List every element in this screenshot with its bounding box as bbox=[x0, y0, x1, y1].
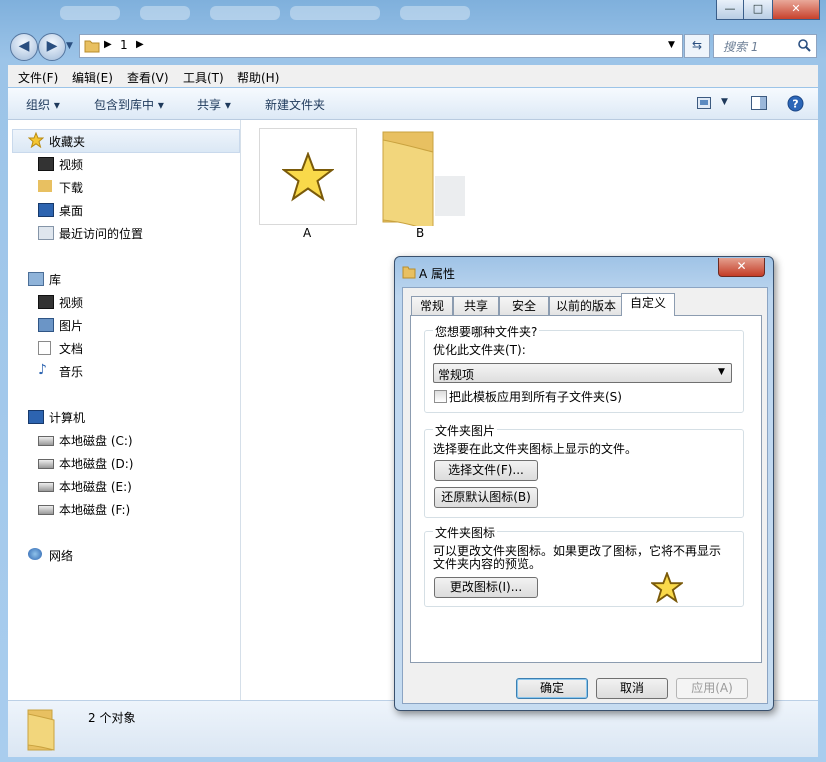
drive-icon bbox=[38, 436, 54, 446]
menu-edit[interactable]: 编辑(E) bbox=[72, 69, 113, 86]
search-input[interactable]: 搜索 1 bbox=[723, 38, 758, 55]
item-count: 2 个对象 bbox=[88, 711, 136, 725]
library-icon bbox=[28, 272, 44, 286]
maximize-button[interactable]: □ bbox=[743, 0, 773, 20]
blurred-title bbox=[140, 6, 190, 20]
search-box[interactable]: 搜索 1 bbox=[713, 34, 817, 58]
folder-picture-desc: 选择要在此文件夹图标上显示的文件。 bbox=[433, 442, 638, 456]
recent-pages-chevron-icon[interactable]: ▼ bbox=[66, 41, 73, 51]
drive-icon bbox=[38, 482, 54, 492]
star-folder-icon bbox=[282, 152, 334, 202]
video-icon bbox=[38, 295, 54, 309]
breadcrumb-chevron-icon[interactable]: ▶ bbox=[104, 39, 112, 50]
computer-icon bbox=[28, 410, 44, 424]
documents-icon bbox=[38, 341, 51, 355]
file-name-b[interactable]: B bbox=[416, 226, 424, 240]
blurred-title bbox=[400, 6, 470, 20]
breadcrumb-chevron-icon[interactable]: ▶ bbox=[136, 39, 144, 50]
folder-icon-desc-2: 文件夹内容的预览。 bbox=[433, 557, 542, 571]
choose-file-button[interactable]: 选择文件(F)... bbox=[434, 460, 538, 481]
star-icon bbox=[28, 132, 44, 148]
preview-pane-icon[interactable] bbox=[751, 96, 767, 110]
file-item-a[interactable] bbox=[259, 128, 357, 225]
blurred-title bbox=[60, 6, 120, 20]
cancel-button[interactable]: 取消 bbox=[596, 678, 668, 699]
drive-icon bbox=[38, 505, 54, 515]
apply-button[interactable]: 应用(A) bbox=[676, 678, 748, 699]
navigation-pane: 收藏夹 视频 下载 桌面 最近访问的位置 库 视频 图片 文档 ♪ 音乐 计算机 … bbox=[8, 120, 241, 700]
close-button[interactable]: ✕ bbox=[772, 0, 820, 20]
tab-sharing[interactable]: 共享 bbox=[453, 296, 499, 315]
ok-button[interactable]: 确定 bbox=[516, 678, 588, 699]
folder-picture-heading: 文件夹图片 bbox=[433, 422, 498, 439]
menu-help[interactable]: 帮助(H) bbox=[237, 69, 279, 86]
video-icon bbox=[38, 157, 54, 171]
svg-text:?: ? bbox=[792, 98, 798, 111]
download-folder-icon bbox=[38, 180, 52, 192]
new-folder-button[interactable]: 新建文件夹 bbox=[265, 96, 325, 113]
select-arrow-icon: ▼ bbox=[718, 367, 725, 377]
search-icon[interactable] bbox=[798, 39, 811, 52]
refresh-button[interactable]: ⇆ bbox=[684, 34, 710, 58]
folder-icon bbox=[402, 266, 416, 279]
recent-places-icon bbox=[38, 226, 54, 240]
view-dropdown-icon[interactable]: ▼ bbox=[721, 97, 728, 107]
folder-picture-group: 文件夹图片 选择要在此文件夹图标上显示的文件。 选择文件(F)... 还原默认图… bbox=[424, 422, 744, 518]
tab-previous-versions[interactable]: 以前的版本 bbox=[549, 296, 623, 315]
nav-selection bbox=[12, 129, 240, 153]
include-library-button[interactable]: 包含到库中 ▾ bbox=[94, 96, 164, 113]
help-icon[interactable]: ? bbox=[787, 95, 804, 112]
forward-button[interactable]: ▶ bbox=[38, 33, 66, 61]
folder-type-group: 您想要哪种文件夹? 优化此文件夹(T): 常规项 ▼ 把此模板应用到所有子文件夹… bbox=[424, 323, 744, 413]
restore-default-button[interactable]: 还原默认图标(B) bbox=[434, 487, 538, 508]
optimize-select[interactable]: 常规项 ▼ bbox=[433, 363, 732, 383]
minimize-button[interactable]: — bbox=[716, 0, 744, 20]
command-bar: 组织 ▾ 包含到库中 ▾ 共享 ▾ 新建文件夹 ▼ ? bbox=[8, 88, 818, 120]
tab-general[interactable]: 常规 bbox=[411, 296, 453, 315]
folder-icon-group: 文件夹图标 可以更改文件夹图标。如果更改了图标，它将不再显示 文件夹内容的预览。… bbox=[424, 524, 744, 607]
tab-customize[interactable]: 自定义 bbox=[621, 293, 675, 316]
address-bar[interactable]: ▶ 1 ▶ ▼ bbox=[79, 34, 683, 58]
optimize-value: 常规项 bbox=[438, 368, 475, 382]
properties-dialog: A 属性 ✕ 常规 共享 安全 以前的版本 自定义 您想要哪种文件夹? 优化此文… bbox=[394, 256, 774, 711]
optimize-label: 优化此文件夹(T): bbox=[433, 343, 526, 357]
folder-icon bbox=[84, 40, 100, 53]
customize-page: 您想要哪种文件夹? 优化此文件夹(T): 常规项 ▼ 把此模板应用到所有子文件夹… bbox=[410, 315, 762, 663]
network-icon bbox=[28, 548, 42, 560]
folder-icon bbox=[27, 709, 55, 751]
menu-tools[interactable]: 工具(T) bbox=[183, 69, 224, 86]
breadcrumb-segment[interactable]: 1 bbox=[120, 38, 128, 52]
music-icon: ♪ bbox=[38, 362, 47, 378]
blurred-title bbox=[210, 6, 280, 20]
view-options-icon[interactable] bbox=[697, 97, 711, 109]
share-button[interactable]: 共享 ▾ bbox=[197, 96, 231, 113]
folder-type-heading: 您想要哪种文件夹? bbox=[433, 323, 540, 340]
tab-security[interactable]: 安全 bbox=[499, 296, 549, 315]
folder-icon[interactable] bbox=[375, 126, 467, 226]
desktop-icon bbox=[38, 203, 54, 217]
back-button[interactable]: ◀ bbox=[10, 33, 38, 61]
folder-icon-heading: 文件夹图标 bbox=[433, 524, 498, 541]
change-icon-button[interactable]: 更改图标(I)... bbox=[434, 577, 538, 598]
pictures-icon bbox=[38, 318, 54, 332]
address-dropdown-icon[interactable]: ▼ bbox=[668, 40, 675, 50]
dialog-body: 常规 共享 安全 以前的版本 自定义 您想要哪种文件夹? 优化此文件夹(T): … bbox=[402, 287, 768, 704]
apply-subfolders-label[interactable]: 把此模板应用到所有子文件夹(S) bbox=[449, 388, 622, 405]
apply-subfolders-checkbox[interactable] bbox=[434, 390, 447, 403]
dialog-title: A 属性 bbox=[419, 267, 456, 281]
menu-bar: 文件(F) 编辑(E) 查看(V) 工具(T) 帮助(H) bbox=[8, 65, 818, 87]
file-name-a[interactable]: A bbox=[303, 226, 311, 240]
organize-button[interactable]: 组织 ▾ bbox=[26, 96, 60, 113]
drive-icon bbox=[38, 459, 54, 469]
star-icon bbox=[651, 572, 683, 603]
dialog-close-button[interactable]: ✕ bbox=[718, 258, 765, 277]
menu-file[interactable]: 文件(F) bbox=[18, 69, 58, 86]
blurred-title bbox=[290, 6, 380, 20]
menu-view[interactable]: 查看(V) bbox=[127, 69, 169, 86]
